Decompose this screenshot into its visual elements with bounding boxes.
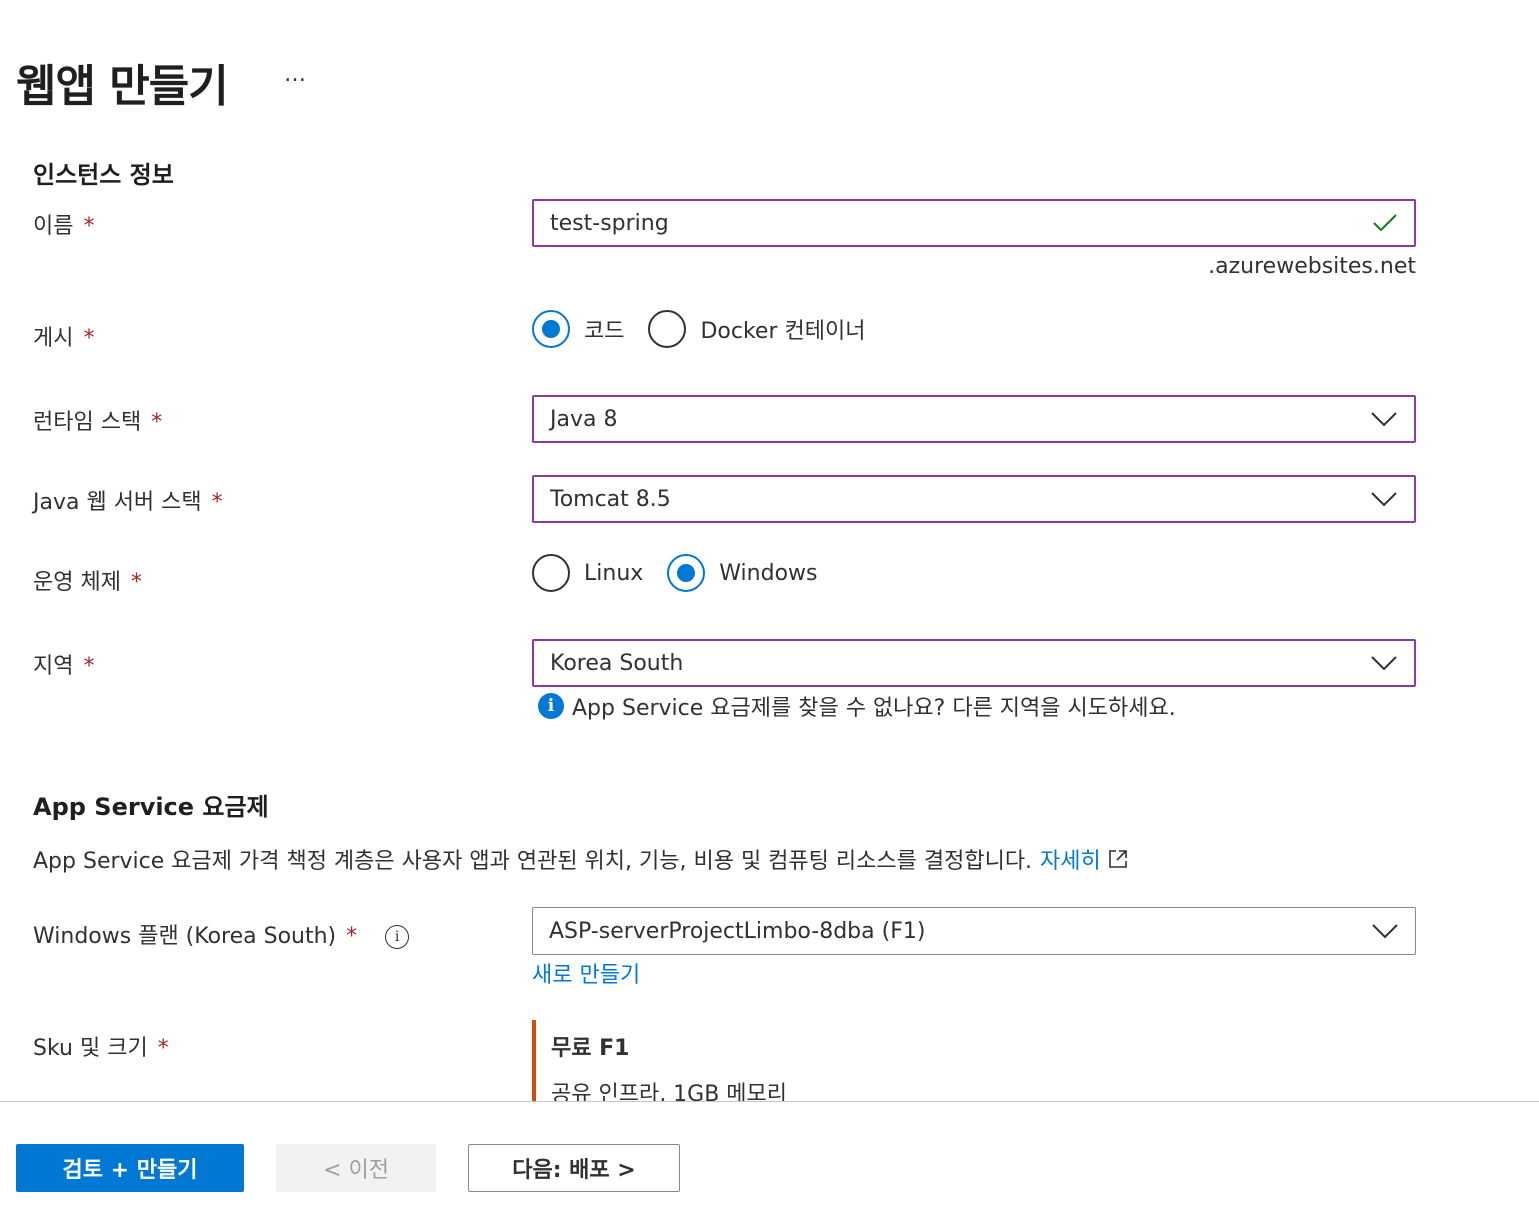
name-input-value: test-spring — [550, 210, 669, 236]
review-create-button[interactable]: 검토 + 만들기 — [16, 1144, 244, 1192]
required-mark: * — [157, 1036, 169, 1061]
sku-name: 무료 F1 — [551, 1036, 630, 1061]
publish-label: 게시 * — [33, 320, 94, 352]
runtime-label-text: 런타임 스택 — [33, 410, 142, 435]
runtime-select[interactable]: Java 8 — [532, 395, 1416, 443]
page-title: 웹앱 만들기 — [16, 61, 229, 112]
radio-docker[interactable]: Docker 컨테이너 — [648, 310, 865, 348]
required-mark: * — [346, 924, 358, 949]
windows-plan-select[interactable]: ASP-serverProjectLimbo-8dba (F1) — [532, 907, 1416, 955]
radio-windows-circle — [667, 554, 706, 592]
radio-windows[interactable]: Windows — [667, 554, 818, 592]
chevron-down-icon — [1371, 492, 1397, 507]
sku-label: Sku 및 크기 * — [33, 1030, 169, 1062]
create-new-link[interactable]: 새로 만들기 — [532, 957, 640, 989]
required-mark: * — [211, 490, 223, 515]
sku-label-text: Sku 및 크기 — [33, 1036, 148, 1061]
publish-label-text: 게시 — [33, 326, 74, 351]
web-server-label-text: Java 웹 서버 스택 — [33, 490, 202, 515]
previous-button[interactable]: < 이전 — [276, 1144, 436, 1192]
checkmark-icon — [1373, 214, 1397, 232]
required-mark: * — [151, 410, 163, 435]
name-input[interactable]: test-spring — [532, 199, 1416, 247]
radio-windows-label: Windows — [719, 560, 818, 586]
publish-radio-group: 코드 Docker 컨테이너 — [532, 310, 889, 348]
chevron-down-icon — [1371, 412, 1397, 427]
name-label-text: 이름 — [33, 214, 74, 239]
info-tooltip-icon[interactable]: i — [385, 925, 410, 949]
region-select[interactable]: Korea South — [532, 639, 1416, 687]
radio-linux[interactable]: Linux — [532, 554, 643, 592]
section-title-plan: App Service 요금제 — [33, 793, 269, 821]
windows-plan-select-value: ASP-serverProjectLimbo-8dba (F1) — [549, 918, 926, 944]
web-server-select[interactable]: Tomcat 8.5 — [532, 475, 1416, 523]
os-label-text: 운영 체제 — [33, 570, 121, 595]
name-label: 이름 * — [33, 208, 94, 240]
web-server-select-value: Tomcat 8.5 — [550, 486, 671, 512]
next-button[interactable]: 다음: 배포 > — [468, 1144, 680, 1192]
windows-plan-label: Windows 플랜 (Korea South) * i — [33, 918, 410, 950]
learn-more-link[interactable]: 자세히 — [1040, 843, 1101, 875]
radio-docker-label: Docker 컨테이너 — [700, 319, 866, 344]
region-info: i App Service 요금제를 찾을 수 없나요? 다른 지역을 시도하세… — [538, 690, 1176, 722]
domain-suffix: .azurewebsites.net — [1208, 254, 1416, 279]
section-title-instance: 인스턴스 정보 — [33, 161, 174, 189]
radio-linux-circle — [532, 554, 570, 592]
runtime-select-value: Java 8 — [550, 406, 618, 432]
os-radio-group: Linux Windows — [532, 554, 842, 592]
region-label-text: 지역 — [33, 654, 74, 679]
required-mark: * — [83, 214, 95, 239]
chevron-down-icon — [1371, 656, 1397, 671]
plan-description-text: App Service 요금제 가격 책정 계층은 사용자 앱과 연관된 위치,… — [33, 849, 1033, 874]
radio-code[interactable]: 코드 — [532, 310, 624, 348]
region-select-value: Korea South — [550, 650, 684, 676]
required-mark: * — [83, 654, 95, 679]
web-server-label: Java 웹 서버 스택 * — [33, 484, 223, 516]
required-mark: * — [83, 326, 95, 351]
radio-docker-circle — [648, 310, 687, 348]
os-label: 운영 체제 * — [33, 564, 142, 596]
plan-description: App Service 요금제 가격 책정 계층은 사용자 앱과 연관된 위치,… — [33, 843, 1129, 875]
chevron-down-icon — [1372, 924, 1398, 939]
external-link-icon[interactable] — [1107, 848, 1129, 870]
region-label: 지역 * — [33, 648, 94, 680]
runtime-label: 런타임 스택 * — [33, 404, 162, 436]
required-mark: * — [130, 570, 142, 595]
info-icon: i — [538, 693, 564, 719]
more-options-icon[interactable]: … — [284, 62, 308, 87]
radio-linux-label: Linux — [584, 560, 644, 586]
radio-code-circle — [532, 310, 570, 348]
region-info-text: App Service 요금제를 찾을 수 없나요? 다른 지역을 시도하세요. — [572, 696, 1176, 721]
windows-plan-label-text: Windows 플랜 (Korea South) — [33, 924, 337, 949]
footer-bar: 검토 + 만들기 < 이전 다음: 배포 > — [0, 1101, 1539, 1231]
radio-code-label: 코드 — [584, 319, 625, 344]
sku-summary[interactable]: 무료 F1 공유 인프라, 1GB 메모리 — [532, 1020, 787, 1107]
